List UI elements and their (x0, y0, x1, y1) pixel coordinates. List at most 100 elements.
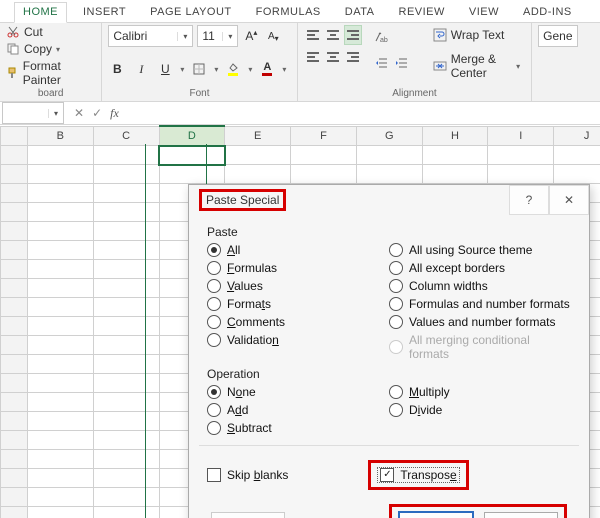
paste-section-header: Paste (207, 225, 571, 239)
radio-values[interactable]: Values (207, 279, 389, 293)
orientation-button[interactable]: ab (372, 27, 390, 47)
name-box[interactable]: ▾ (2, 102, 64, 124)
column-header[interactable]: C (93, 126, 159, 146)
ok-button[interactable]: OK (398, 511, 474, 518)
align-top-button[interactable] (304, 25, 322, 45)
radio-none[interactable]: None (207, 385, 389, 399)
column-header[interactable]: D (159, 126, 225, 146)
column-header[interactable]: I (488, 126, 554, 146)
cancel-edit-icon[interactable]: ✕ (74, 106, 84, 121)
align-left-button[interactable] (304, 47, 322, 67)
enter-edit-icon[interactable]: ✓ (92, 106, 102, 121)
radio-subtract[interactable]: Subtract (207, 421, 389, 435)
number-format-combo[interactable]: Gene (538, 25, 578, 47)
alignment-buttons (304, 25, 362, 67)
tab-formulas[interactable]: FORMULAS (248, 3, 329, 22)
tab-addins[interactable]: ADD-INS (515, 3, 580, 22)
wrap-text-button[interactable]: Wrap Text (428, 25, 525, 45)
column-header[interactable]: E (225, 126, 291, 146)
column-header[interactable]: H (422, 126, 488, 146)
increase-indent-button[interactable] (392, 53, 410, 73)
radio-merging-conditional: All merging conditional formats (389, 333, 571, 361)
highlight-ok-cancel: OK Cancel (389, 504, 567, 518)
cut-button[interactable]: Cut (6, 25, 43, 39)
bold-button[interactable]: B (108, 59, 126, 79)
font-name-value: Calibri (109, 29, 177, 43)
chevron-down-icon: ▾ (48, 109, 63, 118)
radio-comments[interactable]: Comments (207, 315, 389, 329)
font-name-combo[interactable]: Calibri ▾ (108, 25, 193, 47)
dropdown-arrow-icon[interactable]: ▾ (248, 65, 252, 74)
chevron-down-icon: ▾ (222, 32, 237, 41)
font-color-button[interactable]: A (258, 59, 276, 79)
borders-button[interactable] (190, 59, 208, 79)
close-button[interactable]: ✕ (549, 185, 589, 215)
radio-add[interactable]: Add (207, 403, 389, 417)
tab-insert[interactable]: INSERT (75, 3, 134, 22)
copy-dropdown-icon[interactable]: ▾ (56, 45, 60, 54)
paste-link-button: Paste Link (211, 512, 285, 518)
cancel-button[interactable]: Cancel (484, 512, 558, 518)
font-group-label: Font (108, 87, 290, 101)
dropdown-arrow-icon[interactable]: ▾ (180, 65, 184, 74)
copy-button[interactable]: Copy ▾ (6, 42, 60, 56)
paste-special-dialog: Paste Special ? ✕ Paste All Formulas Val… (188, 184, 590, 518)
align-bottom-button[interactable] (344, 25, 362, 45)
fill-color-button[interactable] (224, 59, 242, 79)
radio-validation[interactable]: Validation (207, 333, 389, 347)
alignment-group-label: Alignment (304, 87, 525, 101)
increase-font-button[interactable]: A▴ (242, 26, 260, 46)
column-header[interactable]: J (554, 126, 600, 146)
checkbox-transpose[interactable]: Transpose (377, 467, 459, 483)
paintbrush-icon (6, 66, 19, 80)
dialog-title: Paste Special (206, 193, 279, 207)
copy-label: Copy (24, 42, 52, 56)
font-size-combo[interactable]: 11 ▾ (197, 25, 238, 47)
radio-formats[interactable]: Formats (207, 297, 389, 311)
chevron-down-icon: ▾ (516, 62, 520, 71)
dropdown-arrow-icon[interactable]: ▾ (282, 65, 286, 74)
tab-view[interactable]: VIEW (461, 3, 507, 22)
radio-all-source-theme[interactable]: All using Source theme (389, 243, 571, 257)
ribbon-tabs: HOME INSERT PAGE LAYOUT FORMULAS DATA RE… (0, 0, 600, 23)
radio-formulas-numfmt[interactable]: Formulas and number formats (389, 297, 571, 311)
align-center-button[interactable] (324, 47, 342, 67)
dropdown-arrow-icon[interactable]: ▾ (214, 65, 218, 74)
radio-values-numfmt[interactable]: Values and number formats (389, 315, 571, 329)
copy-icon (6, 42, 20, 56)
dialog-titlebar: Paste Special ? ✕ (189, 185, 589, 215)
tab-data[interactable]: DATA (337, 3, 383, 22)
help-button[interactable]: ? (509, 185, 549, 215)
align-right-button[interactable] (344, 47, 362, 67)
italic-button[interactable]: I (132, 59, 150, 79)
checkbox-skip-blanks[interactable]: Skip blanks (207, 468, 288, 482)
decrease-font-button[interactable]: A▾ (264, 26, 282, 46)
active-cell[interactable] (159, 146, 225, 165)
radio-multiply[interactable]: Multiply (389, 385, 571, 399)
format-painter-button[interactable]: Format Painter (6, 59, 95, 87)
merge-center-button[interactable]: Merge & Center ▾ (428, 49, 525, 83)
radio-all[interactable]: All (207, 243, 389, 257)
scissors-icon (6, 25, 20, 39)
decrease-indent-button[interactable] (372, 53, 390, 73)
align-middle-button[interactable] (324, 25, 342, 45)
underline-button[interactable]: U (156, 59, 174, 79)
column-header[interactable]: G (356, 126, 422, 146)
radio-formulas[interactable]: Formulas (207, 261, 389, 275)
number-group-label (538, 98, 594, 101)
tab-home[interactable]: HOME (14, 2, 67, 23)
tab-review[interactable]: REVIEW (391, 3, 453, 22)
select-all-corner[interactable] (1, 126, 28, 146)
highlight-transpose: Transpose (368, 460, 468, 490)
radio-all-except-borders[interactable]: All except borders (389, 261, 571, 275)
merge-center-label: Merge & Center (451, 52, 509, 80)
row-header[interactable] (1, 146, 28, 165)
radio-divide[interactable]: Divide (389, 403, 571, 417)
font-size-value: 11 (198, 29, 222, 43)
column-header[interactable]: F (291, 126, 357, 146)
radio-column-widths[interactable]: Column widths (389, 279, 571, 293)
fx-icon[interactable]: fx (110, 106, 119, 121)
wrap-text-icon (433, 28, 447, 42)
column-header[interactable]: B (27, 126, 93, 146)
tab-page-layout[interactable]: PAGE LAYOUT (142, 3, 240, 22)
